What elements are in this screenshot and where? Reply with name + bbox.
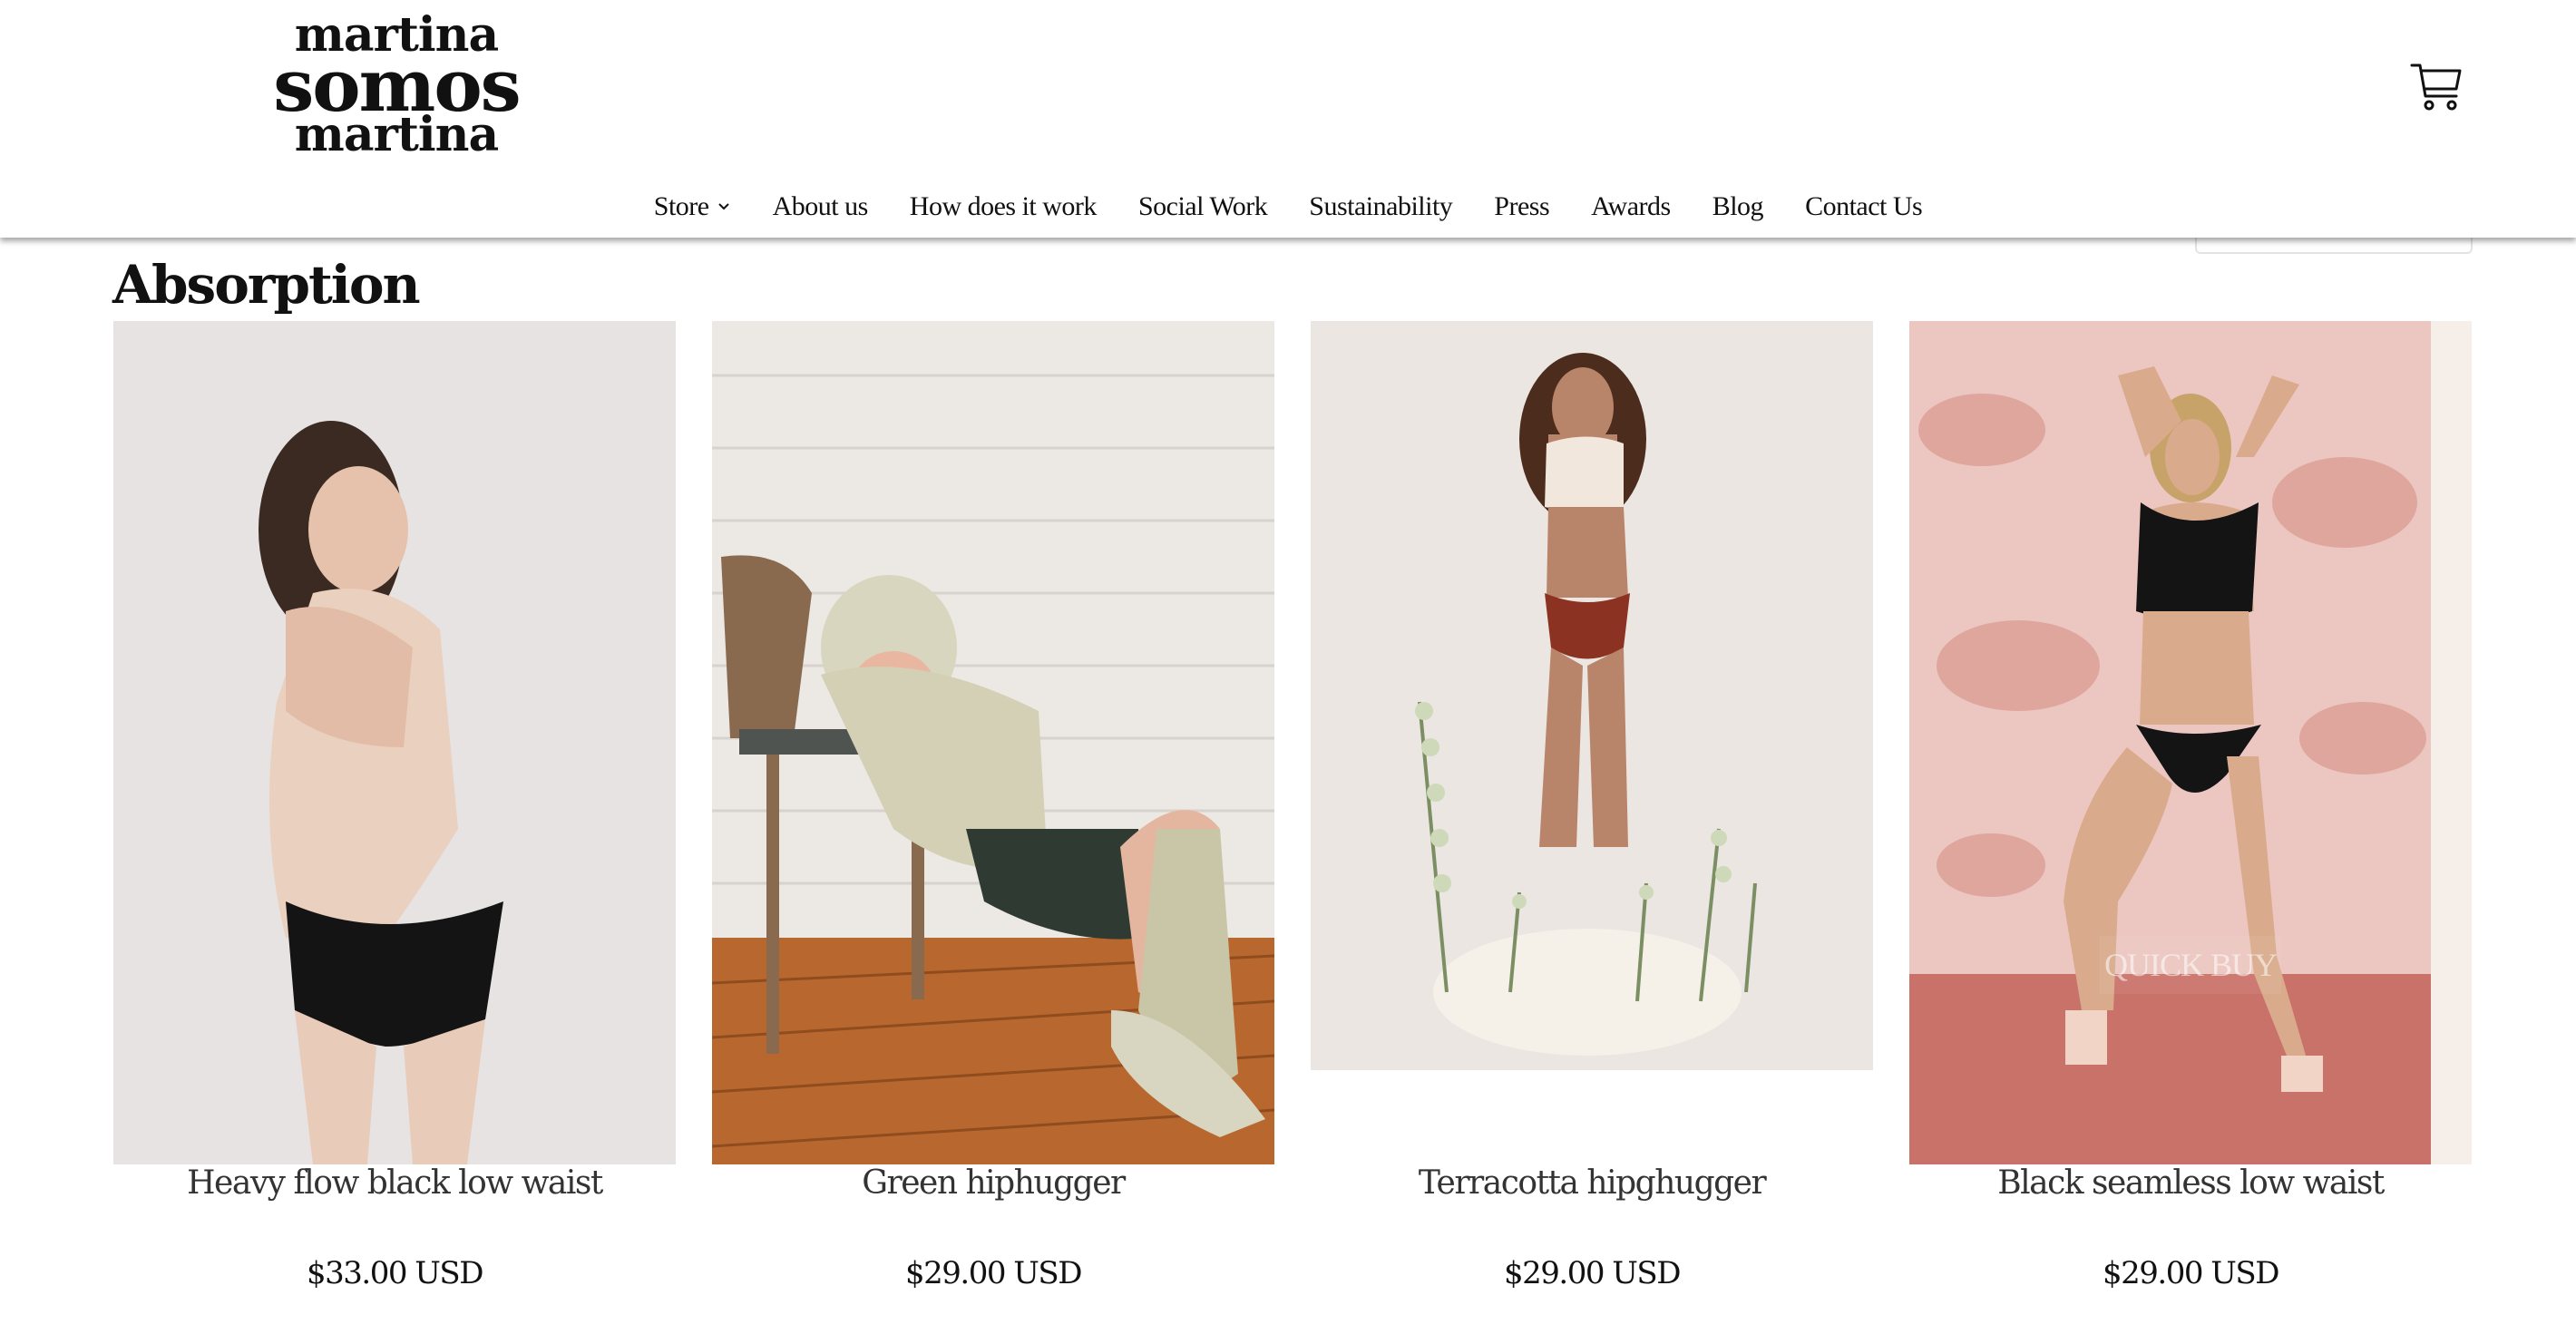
product-image[interactable] — [712, 321, 1274, 1164]
nav-contact-us[interactable]: Contact Us — [1805, 191, 1923, 222]
nav-about-us[interactable]: About us — [773, 191, 869, 222]
shopping-cart-icon[interactable] — [2409, 60, 2464, 114]
nav-store[interactable]: Store — [654, 191, 731, 222]
site-header: martina somos martina Store About us How… — [0, 0, 2576, 238]
product-price: $29.00 USD — [905, 1255, 1082, 1291]
nav-awards[interactable]: Awards — [1591, 191, 1671, 222]
product-name[interactable]: Green hiphugger — [712, 1164, 1274, 1202]
product-name[interactable]: Heavy flow black low waist — [113, 1164, 676, 1202]
nav-press[interactable]: Press — [1494, 191, 1549, 222]
product-name[interactable]: Terracotta hipghugger — [1311, 1164, 1873, 1202]
logo-line-3: martina — [294, 107, 499, 162]
main-nav: Store About us How does it work Social W… — [0, 181, 2576, 232]
product-image[interactable] — [1311, 321, 1873, 1070]
logo-line-2: somos — [273, 43, 521, 128]
product-image[interactable] — [113, 321, 676, 1164]
nav-blog[interactable]: Blog — [1712, 191, 1764, 222]
brand-logo[interactable]: martina somos martina — [265, 12, 528, 162]
section-title: Absorption — [112, 254, 421, 316]
product-image[interactable]: QUICK BUY — [1909, 321, 2472, 1164]
nav-how-does-it-work[interactable]: How does it work — [910, 191, 1098, 222]
product-price: $29.00 USD — [1504, 1255, 1681, 1291]
nav-social-work[interactable]: Social Work — [1138, 191, 1268, 222]
chevron-down-icon — [717, 203, 729, 210]
product-price: $29.00 USD — [2103, 1255, 2279, 1291]
nav-sustainability[interactable]: Sustainability — [1309, 191, 1453, 222]
sort-dropdown-remnant[interactable] — [2195, 238, 2473, 254]
quick-buy-button[interactable]: QUICK BUY — [2100, 936, 2281, 994]
product-price: $33.00 USD — [307, 1255, 483, 1291]
nav-store-label: Store — [653, 191, 709, 221]
product-name[interactable]: Black seamless low waist — [1909, 1164, 2472, 1202]
